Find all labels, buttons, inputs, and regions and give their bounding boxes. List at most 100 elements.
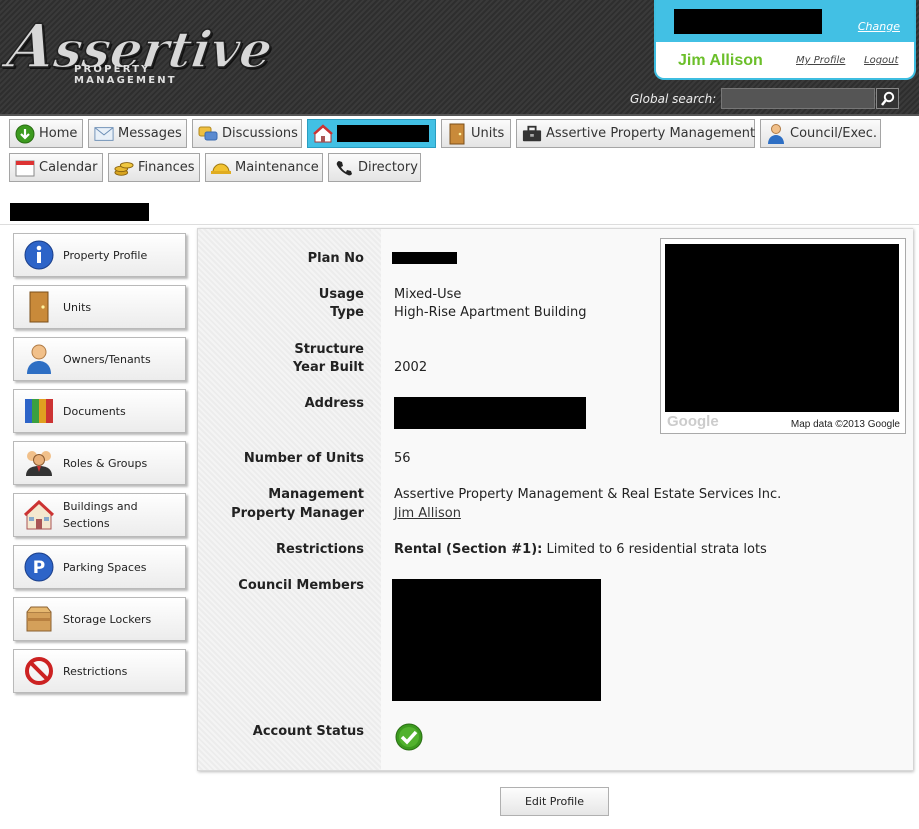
management-value: Assertive Property Management & Real Est… <box>394 487 782 502</box>
number-of-units-value: 56 <box>394 451 411 466</box>
logo-subtitle: PROPERTY MANAGEMENT <box>74 64 177 86</box>
management-label: Management <box>268 487 364 502</box>
hardhat-icon <box>211 158 231 178</box>
tab-label: Council/Exec. <box>790 126 878 141</box>
tab-calendar[interactable]: Calendar <box>9 153 103 182</box>
year-built-value: 2002 <box>394 360 428 375</box>
restrictions-label: Restrictions <box>276 542 364 557</box>
sidebar-item-label: Owners/Tenants <box>63 352 151 366</box>
sidebar-item-storage-lockers[interactable]: Storage Lockers <box>13 597 186 641</box>
briefcase-icon <box>522 124 542 144</box>
usage-label: Usage <box>318 287 364 302</box>
property-profile-panel: Plan No Usage Mixed-Use Type High-Rise A… <box>197 228 913 771</box>
logout-link[interactable]: Logout <box>864 55 898 66</box>
tab-messages[interactable]: Messages <box>88 119 187 148</box>
global-search-label: Global search: <box>630 92 717 106</box>
tab-units[interactable]: Units <box>441 119 511 148</box>
app-header: Assertive PROPERTY MANAGEMENT Change Jim… <box>0 0 919 116</box>
tab-label: Maintenance <box>235 160 319 175</box>
person-icon <box>766 123 786 144</box>
parking-icon: P <box>23 551 55 583</box>
property-manager-value: Jim Allison <box>394 505 461 523</box>
tab-label: Finances <box>138 160 195 175</box>
number-of-units-label: Number of Units <box>243 451 364 466</box>
sidebar-item-roles-groups[interactable]: Roles & Groups <box>13 441 186 485</box>
sidebar-item-documents[interactable]: Documents <box>13 389 186 433</box>
sidebar-item-label: Property Profile <box>63 248 148 262</box>
box-icon <box>23 603 55 635</box>
status-ok-icon <box>395 723 423 755</box>
change-link[interactable]: Change <box>858 20 900 33</box>
redacted-property-tab-label <box>337 125 429 142</box>
tab-home[interactable]: Home <box>9 119 83 148</box>
restriction-detail: Limited to 6 residential strata lots <box>542 542 767 557</box>
sidebar-item-buildings-sections[interactable]: Buildings and Sections <box>13 493 186 537</box>
assertive-logo[interactable]: Assertive PROPERTY MANAGEMENT <box>3 11 277 86</box>
house-icon <box>23 499 55 531</box>
sidebar-item-parking-spaces[interactable]: P Parking Spaces <box>13 545 186 589</box>
structure-label: Structure <box>294 342 364 357</box>
redacted-address <box>394 397 586 429</box>
usage-value: Mixed-Use <box>394 287 462 302</box>
account-status-label: Account Status <box>252 724 364 739</box>
sidebar-item-owners-tenants[interactable]: Owners/Tenants <box>13 337 186 381</box>
sidebar-item-label: Units <box>63 300 92 314</box>
sidebar-item-label: Roles & Groups <box>63 456 148 470</box>
redacted-map-area <box>665 244 899 412</box>
svg-text:P: P <box>33 558 45 578</box>
discussions-icon <box>198 124 218 144</box>
restrictions-value: Rental (Section #1): Limited to 6 reside… <box>394 541 767 559</box>
binders-icon <box>23 395 55 427</box>
tab-maintenance[interactable]: Maintenance <box>205 153 323 182</box>
sidebar-item-label: Storage Lockers <box>63 612 152 626</box>
user-name: Jim Allison <box>678 52 763 69</box>
group-icon <box>23 447 55 479</box>
tab-label: Discussions <box>222 126 298 141</box>
tab-property[interactable] <box>307 119 436 148</box>
map-attribution: Map data ©2013 Google <box>790 419 900 430</box>
door-icon <box>23 291 55 323</box>
google-logo: Google <box>667 413 719 430</box>
tab-finances[interactable]: Finances <box>108 153 200 182</box>
sidebar-item-restrictions[interactable]: Restrictions <box>13 649 186 693</box>
type-label: Type <box>330 305 364 320</box>
tab-directory[interactable]: Directory <box>328 153 421 182</box>
door-icon <box>447 123 467 144</box>
person-icon <box>23 343 55 375</box>
plan-no-label: Plan No <box>307 251 364 266</box>
property-map[interactable]: Google Map data ©2013 Google <box>660 238 906 434</box>
tab-label: Home <box>39 126 78 141</box>
year-built-label: Year Built <box>292 360 364 375</box>
sidebar-item-property-profile[interactable]: Property Profile <box>13 233 186 277</box>
calendar-icon <box>15 158 35 178</box>
tab-label: Directory <box>358 160 418 175</box>
tab-assertive-property-management[interactable]: Assertive Property Management <box>516 119 755 148</box>
tab-council-exec[interactable]: Council/Exec. <box>760 119 881 148</box>
title-divider <box>0 224 919 225</box>
address-label: Address <box>304 396 364 411</box>
user-box: Change Jim Allison My Profile Logout <box>654 0 916 80</box>
global-search-input[interactable] <box>721 88 875 109</box>
sidebar-item-label: Documents <box>63 404 126 418</box>
home-icon <box>15 124 35 144</box>
edit-profile-button[interactable]: Edit Profile <box>500 787 609 816</box>
council-members-label: Council Members <box>238 578 364 593</box>
phone-icon <box>334 158 354 178</box>
coins-icon <box>114 158 134 178</box>
tab-discussions[interactable]: Discussions <box>192 119 302 148</box>
user-box-top: Change <box>656 0 914 42</box>
sidebar-item-units[interactable]: Units <box>13 285 186 329</box>
tab-label: Calendar <box>39 160 98 175</box>
redacted-property-name <box>674 9 822 34</box>
my-profile-link[interactable]: My Profile <box>796 55 845 66</box>
redacted-plan-no <box>392 252 457 264</box>
global-search-button[interactable] <box>876 88 899 109</box>
redacted-council-members <box>392 579 601 701</box>
property-manager-link[interactable]: Jim Allison <box>394 506 461 521</box>
sidebar-item-label: Parking Spaces <box>63 560 147 574</box>
envelope-icon <box>94 124 114 144</box>
sidebar-item-label: Restrictions <box>63 664 128 678</box>
no-entry-icon <box>23 655 55 687</box>
info-icon <box>23 239 55 271</box>
building-icon <box>313 123 333 144</box>
